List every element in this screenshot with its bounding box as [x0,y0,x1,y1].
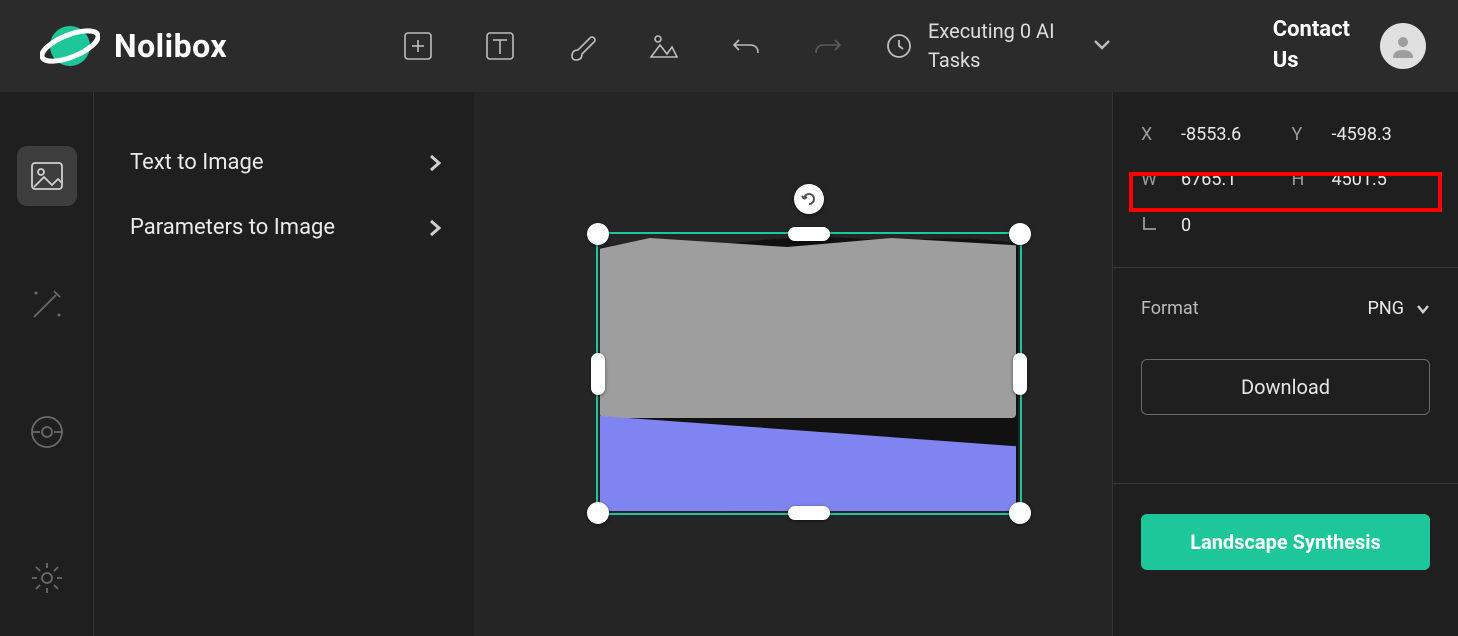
prop-x-value[interactable]: -8553.6 [1181,124,1280,145]
landscape-synthesis-button[interactable]: Landscape Synthesis [1141,514,1430,570]
contact-us-link[interactable]: Contact Us [1273,15,1350,77]
chevron-right-icon [426,154,444,172]
prop-y-value[interactable]: -4598.3 [1332,124,1431,145]
tasks-status-text: Executing 0 AI Tasks [928,17,1055,75]
menu-text-to-image[interactable]: Text to Image [94,130,474,195]
contact-line1: Contact [1273,15,1350,46]
menu-item-label: Text to Image [130,150,264,175]
prop-rotation-icon [1141,214,1169,237]
person-icon [1389,32,1417,60]
logo[interactable]: Nolibox [40,16,390,76]
prop-rotation-value[interactable]: 0 [1181,215,1280,236]
tasks-line2: Tasks [928,46,1055,75]
resize-handle-tl[interactable] [587,223,609,245]
rotate-handle[interactable] [794,184,824,214]
brand-name: Nolibox [114,27,227,65]
rail-image-icon[interactable] [17,146,77,206]
rail-target-icon[interactable] [17,402,77,462]
logo-planet-icon [40,16,100,76]
chevron-down-icon [1416,302,1430,316]
rail-magic-icon[interactable] [17,274,77,334]
left-rail [0,92,94,636]
format-select[interactable]: PNG [1368,298,1430,319]
landscape-synthesis-label: Landscape Synthesis [1190,530,1381,554]
menu-item-label: Parameters to Image [130,215,335,240]
download-button-label: Download [1241,375,1330,399]
shape-grey-layer [600,238,1016,418]
top-bar: Nolibox Executing 0 AI Tasks [0,0,1458,92]
side-panel: Text to Image Parameters to Image [94,92,474,636]
divider [1113,483,1458,484]
prop-x-label: X [1141,124,1169,145]
resize-handle-tr[interactable] [1009,223,1031,245]
format-label: Format [1141,298,1199,319]
contact-line2: Us [1273,46,1350,77]
resize-handle-bottom[interactable] [788,506,830,520]
main-area: Text to Image Parameters to Image [0,92,1458,636]
resize-handle-top[interactable] [788,227,830,241]
text-tool-icon[interactable] [482,28,518,64]
add-frame-icon[interactable] [400,28,436,64]
download-button[interactable]: Download [1141,359,1430,415]
landscape-tool-icon[interactable] [646,28,682,64]
tasks-line1: Executing 0 AI [928,17,1055,46]
chevron-right-icon [426,219,444,237]
redo-icon[interactable] [810,28,846,64]
avatar[interactable] [1380,23,1426,69]
selected-object[interactable] [596,232,1022,515]
resize-handle-left[interactable] [591,353,605,395]
clock-icon [886,33,912,59]
resize-handle-br[interactable] [1009,502,1031,524]
tasks-status[interactable]: Executing 0 AI Tasks [886,17,1113,75]
brush-tool-icon[interactable] [564,28,600,64]
canvas[interactable] [474,92,1112,636]
menu-parameters-to-image[interactable]: Parameters to Image [94,195,474,260]
format-value: PNG [1368,298,1404,319]
resize-handle-bl[interactable] [587,502,609,524]
chevron-down-icon[interactable] [1091,33,1113,59]
undo-icon[interactable] [728,28,764,64]
toolbar [400,28,846,64]
prop-y-label: Y [1292,124,1320,145]
rail-settings-icon[interactable] [17,548,77,608]
resize-handle-right[interactable] [1013,353,1027,395]
highlight-box [1129,172,1442,212]
properties-panel: X -8553.6 Y -4598.3 W 6765.1 H 4501.5 0 … [1112,92,1458,636]
divider [1113,267,1458,268]
